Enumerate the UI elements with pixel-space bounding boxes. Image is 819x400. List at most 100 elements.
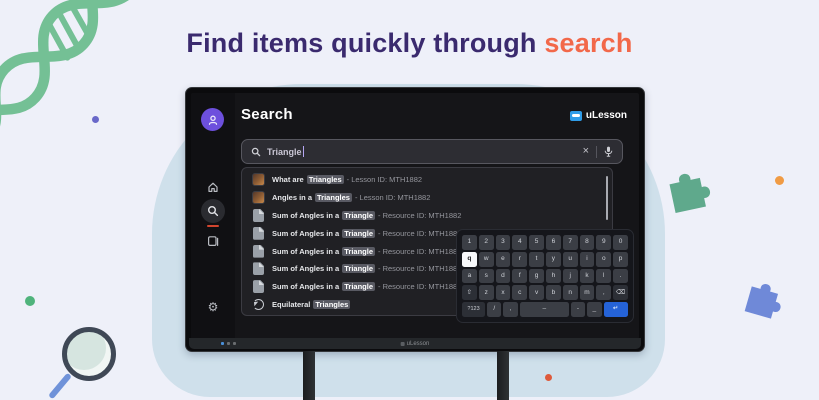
screen: ⚙ Search uLesson Triangle × (191, 93, 639, 339)
keyboard-key[interactable]: 1 (462, 235, 477, 250)
search-icon (207, 205, 219, 217)
result-title-highlight: Triangles (315, 193, 352, 202)
keyboard-key[interactable]: ⌫ (613, 285, 628, 300)
search-input-value: Triangle (267, 147, 302, 157)
search-result-row[interactable]: What areTriangles- Lesson ID: MTH1882 (242, 171, 612, 189)
keyboard-key[interactable]: 6 (546, 235, 561, 250)
keyboard-key[interactable]: ⇧ (462, 285, 477, 300)
keyboard-key[interactable]: y (546, 252, 561, 267)
sidebar-item-home[interactable] (201, 175, 225, 199)
result-title-pre: Sum of Angles in a (272, 229, 339, 238)
keyboard-key[interactable]: u (563, 252, 578, 267)
keyboard-key[interactable]: 4 (512, 235, 527, 250)
puzzle-icon-blue (738, 271, 792, 325)
keyboard-key[interactable]: 3 (496, 235, 511, 250)
keyboard-row: qwertyuiop (462, 252, 628, 267)
keyboard-key[interactable]: f (512, 269, 527, 284)
magnifier-icon (62, 327, 116, 381)
decor-dot-orange (775, 176, 784, 185)
keyboard-key[interactable]: / (487, 302, 501, 317)
keyboard-key[interactable]: t (529, 252, 544, 267)
tv-stand-leg (497, 351, 509, 400)
mic-icon[interactable] (604, 146, 613, 157)
avatar[interactable] (201, 108, 224, 131)
search-result-row[interactable]: Sum of Angles in aTriangle- Resource ID:… (242, 207, 612, 225)
result-type-icon (253, 209, 264, 222)
keyboard-key[interactable]: g (529, 269, 544, 284)
sidebar-item-settings[interactable]: ⚙ (201, 295, 225, 319)
keyboard-key[interactable]: v (529, 285, 544, 300)
keyboard-key[interactable]: , (596, 285, 611, 300)
keyboard-key[interactable]: o (596, 252, 611, 267)
result-meta: - Resource ID: MTH1882 (378, 229, 461, 238)
text-cursor (303, 146, 304, 157)
keyboard-key[interactable]: 9 (596, 235, 611, 250)
sidebar-item-search[interactable] (201, 199, 225, 223)
indicator-icon (233, 342, 236, 345)
keyboard-key[interactable]: x (496, 285, 511, 300)
headline-accent: search (544, 28, 632, 58)
keyboard-key[interactable]: q (462, 252, 477, 267)
keyboard-key[interactable]: – (520, 302, 569, 317)
keyboard-key[interactable]: , (503, 302, 517, 317)
keyboard-key[interactable]: j (563, 269, 578, 284)
indicator-icon (221, 342, 224, 345)
result-title: EquilateralTriangles (272, 300, 353, 309)
headline-main: Find items quickly through (186, 28, 536, 58)
tv-stand-leg (303, 351, 315, 400)
result-type-icon (253, 262, 264, 275)
clear-icon[interactable]: × (583, 146, 589, 157)
result-title: Sum of Angles in aTriangle- Resource ID:… (272, 247, 461, 256)
keyboard-key[interactable]: p (613, 252, 628, 267)
keyboard-key[interactable]: w (479, 252, 494, 267)
keyboard-key[interactable]: . (613, 269, 628, 284)
result-title-highlight: Triangles (307, 175, 344, 184)
result-title-highlight: Triangle (342, 247, 375, 256)
keyboard-key[interactable]: s (479, 269, 494, 284)
keyboard-key[interactable]: e (496, 252, 511, 267)
keyboard-key[interactable]: ?123 (462, 302, 485, 317)
keyboard-key[interactable]: i (580, 252, 595, 267)
keyboard-key[interactable]: _ (587, 302, 601, 317)
keyboard-key[interactable]: h (546, 269, 561, 284)
result-title: Sum of Angles in aTriangle- Resource ID:… (272, 282, 461, 291)
search-result-row[interactable]: Angles in aTriangles- Lesson ID: MTH1882 (242, 189, 612, 207)
divider (596, 146, 597, 158)
result-type-icon (253, 245, 264, 258)
keyboard-key[interactable]: d (496, 269, 511, 284)
keyboard-key[interactable]: ↵ (604, 302, 628, 317)
result-title: What areTriangles- Lesson ID: MTH1882 (272, 175, 422, 184)
result-title-pre: Angles in a (272, 193, 312, 202)
result-meta: - Resource ID: MTH1882 (378, 282, 461, 291)
keyboard-key[interactable]: c (512, 285, 527, 300)
scrollbar[interactable] (606, 176, 608, 220)
keyboard-key[interactable]: m (580, 285, 595, 300)
result-type-icon (252, 191, 265, 204)
result-type-icon (253, 227, 264, 240)
keyboard-key[interactable]: z (479, 285, 494, 300)
result-title-highlight: Triangles (313, 300, 350, 309)
page: Find items quickly through search (0, 0, 819, 400)
keyboard-key[interactable]: 7 (563, 235, 578, 250)
keyboard-key[interactable]: a (462, 269, 477, 284)
result-title: Sum of Angles in aTriangle- Resource ID:… (272, 264, 461, 273)
keyboard-key[interactable]: b (546, 285, 561, 300)
search-input[interactable]: Triangle × (241, 139, 623, 164)
keyboard-key[interactable]: - (571, 302, 585, 317)
keyboard-key[interactable]: 5 (529, 235, 544, 250)
keyboard-key[interactable]: k (580, 269, 595, 284)
decor-dot-green (25, 296, 35, 306)
result-meta: - Resource ID: MTH1882 (378, 211, 461, 220)
keyboard-key[interactable]: 8 (580, 235, 595, 250)
result-title-highlight: Triangle (342, 282, 375, 291)
sidebar: ⚙ (191, 93, 235, 339)
result-title-pre: Equilateral (272, 300, 310, 309)
keyboard-key[interactable]: 2 (479, 235, 494, 250)
keyboard-key[interactable]: 0 (613, 235, 628, 250)
sidebar-item-library[interactable] (201, 229, 225, 253)
keyboard-key[interactable]: l (596, 269, 611, 284)
tv-bezel: uLesson (189, 338, 641, 349)
result-title-highlight: Triangle (342, 229, 375, 238)
keyboard-key[interactable]: n (563, 285, 578, 300)
keyboard-key[interactable]: r (512, 252, 527, 267)
